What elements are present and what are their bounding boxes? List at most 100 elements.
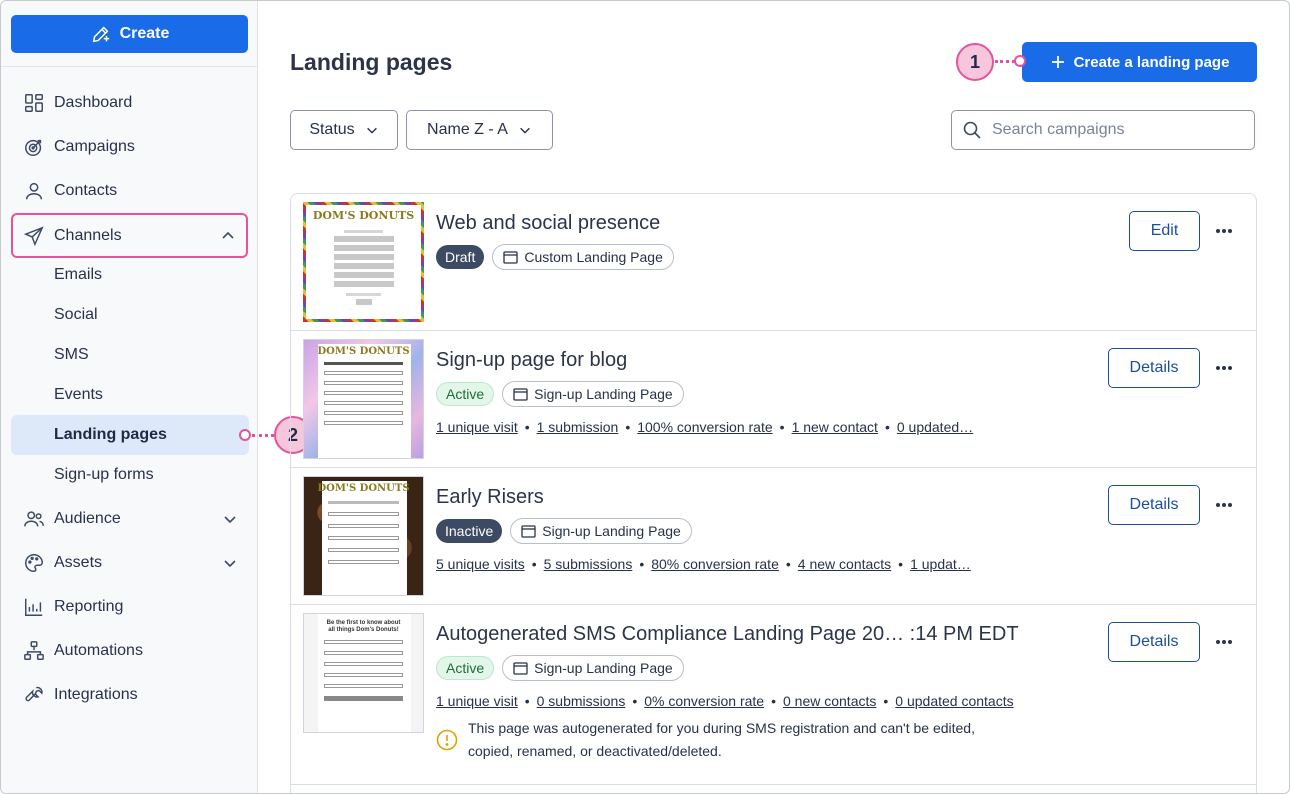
callout-badge-1: 1 xyxy=(956,43,994,81)
sidebar-subitem-events[interactable]: Events xyxy=(11,375,249,415)
sidebar-item-label: Automations xyxy=(54,642,143,659)
list-item: DOM'S DONUTS Sign-up page for blog Activ… xyxy=(291,331,1256,468)
stat-submissions[interactable]: 1 submission xyxy=(537,419,619,435)
browser-window-icon xyxy=(503,250,518,264)
stat-new-contacts[interactable]: 4 new contacts xyxy=(798,556,891,572)
stat-submissions[interactable]: 0 submissions xyxy=(537,693,626,709)
people-icon xyxy=(23,508,45,530)
stats-row: 1 unique visit • 0 submissions • 0% conver… xyxy=(436,693,1014,709)
stats-row: 5 unique visits • 5 submissions • 80% conv… xyxy=(436,556,971,572)
callout-connector-1 xyxy=(995,60,1015,63)
stats-row: 1 unique visit • 1 submission • 100% conve… xyxy=(436,419,974,435)
details-button[interactable]: Details xyxy=(1108,485,1200,525)
sidebar-item-contacts[interactable]: Contacts xyxy=(11,171,248,211)
stat-new-contacts[interactable]: 0 new contacts xyxy=(783,693,876,709)
status-filter-dropdown[interactable]: Status xyxy=(290,110,398,150)
more-options-icon[interactable] xyxy=(1213,496,1235,514)
sidebar-item-dashboard[interactable]: Dashboard xyxy=(11,83,248,123)
chevron-up-icon xyxy=(222,231,234,239)
sidebar-item-label: Reporting xyxy=(54,598,124,615)
more-options-icon[interactable] xyxy=(1213,222,1235,240)
chevron-down-icon xyxy=(520,127,530,134)
more-options-icon[interactable] xyxy=(1213,633,1235,651)
sidebar-item-label: Audience xyxy=(54,510,121,527)
more-options-icon[interactable] xyxy=(1213,359,1235,377)
sidebar-item-integrations[interactable]: Integrations xyxy=(11,675,248,715)
stat-submissions[interactable]: 5 submissions xyxy=(544,556,633,572)
browser-window-icon xyxy=(513,387,528,401)
sidebar-subitem-sms[interactable]: SMS xyxy=(11,335,249,375)
details-button[interactable]: Details xyxy=(1108,348,1200,388)
type-badge: Sign-up Landing Page xyxy=(502,381,684,407)
type-badge: Sign-up Landing Page xyxy=(510,518,692,544)
sidebar-divider xyxy=(1,66,258,67)
page-title-text[interactable]: Web and social presence xyxy=(436,212,660,235)
edit-button[interactable]: Edit xyxy=(1129,211,1200,251)
stat-updated-contacts[interactable]: 0 updated… xyxy=(897,419,973,435)
stat-updated-contacts[interactable]: 0 updated contacts xyxy=(895,693,1013,709)
stat-updated-contacts[interactable]: 1 updat… xyxy=(910,556,971,572)
details-button[interactable]: Details xyxy=(1108,622,1200,662)
type-badge-label: Sign-up Landing Page xyxy=(542,523,681,539)
stat-conversion-rate[interactable]: 80% conversion rate xyxy=(651,556,779,572)
chevron-down-icon xyxy=(224,516,236,524)
sidebar-item-label: Campaigns xyxy=(54,138,135,155)
callout-anchor-1 xyxy=(1014,55,1026,67)
page-thumbnail: Be the first to know about all things Do… xyxy=(303,613,424,733)
list-item: DOM'S DONUTS Web and social presence Dra… xyxy=(291,194,1256,331)
wrench-icon xyxy=(23,684,45,706)
person-icon xyxy=(23,180,45,202)
thumbnail-brand: DOM'S DONUTS xyxy=(317,346,410,357)
sidebar-item-reporting[interactable]: Reporting xyxy=(11,587,248,627)
type-badge-label: Sign-up Landing Page xyxy=(534,660,673,676)
browser-window-icon xyxy=(513,661,528,675)
page-thumbnail: DOM'S DONUTS xyxy=(303,339,424,459)
sort-dropdown[interactable]: Name Z - A xyxy=(406,110,553,150)
list-item: Be the first to know about all things Do… xyxy=(291,605,1256,785)
sidebar-subitem-landing-pages[interactable]: Landing pages xyxy=(11,415,249,455)
search-box[interactable] xyxy=(951,110,1255,150)
sidebar-item-automations[interactable]: Automations xyxy=(11,631,248,671)
sidebar-item-audience[interactable]: Audience xyxy=(11,499,248,539)
chart-icon xyxy=(23,596,45,618)
sidebar-item-label: Channels xyxy=(54,226,122,244)
app-window: Create Dashboard Campaigns Contacts Chan… xyxy=(0,0,1290,794)
create-button-label: Create xyxy=(119,25,170,42)
sidebar-subitem-emails[interactable]: Emails xyxy=(11,255,249,295)
page-title: Landing pages xyxy=(290,49,453,75)
page-title-text[interactable]: Early Risers xyxy=(436,486,544,509)
page-thumbnail: DOM'S DONUTS xyxy=(303,202,424,322)
page-title-text[interactable]: Sign-up page for blog xyxy=(436,349,627,372)
search-input[interactable] xyxy=(992,121,1232,139)
status-filter-label: Status xyxy=(309,121,355,138)
palette-icon xyxy=(23,552,45,574)
sidebar: Create Dashboard Campaigns Contacts Chan… xyxy=(1,1,258,793)
status-badge: Inactive xyxy=(436,519,503,543)
sidebar-item-channels[interactable]: Channels xyxy=(11,213,248,258)
sidebar-item-assets[interactable]: Assets xyxy=(11,543,248,583)
warning-icon xyxy=(436,729,458,751)
sidebar-subitem-signup-forms[interactable]: Sign-up forms xyxy=(11,455,249,495)
chevron-down-icon xyxy=(366,127,377,134)
stat-unique-visits[interactable]: 1 unique visit xyxy=(436,693,518,709)
paper-plane-icon xyxy=(23,225,45,247)
stat-unique-visits[interactable]: 5 unique visits xyxy=(436,556,525,572)
search-icon xyxy=(963,121,981,139)
status-badge: Draft xyxy=(436,245,485,269)
stat-conversion-rate[interactable]: 0% conversion rate xyxy=(644,693,764,709)
autogenerated-warning: This page was autogenerated for you duri… xyxy=(436,717,996,763)
stat-unique-visits[interactable]: 1 unique visit xyxy=(436,419,518,435)
type-badge-label: Custom Landing Page xyxy=(524,249,663,265)
create-button[interactable]: Create xyxy=(11,15,248,53)
plus-icon xyxy=(1051,56,1064,68)
sidebar-subitem-social[interactable]: Social xyxy=(11,295,249,335)
landing-pages-list: DOM'S DONUTS Web and social presence Dra… xyxy=(290,193,1257,793)
stat-new-contacts[interactable]: 1 new contact xyxy=(792,419,878,435)
callout-connector-2 xyxy=(252,434,274,437)
page-thumbnail: DOM'S DONUTS xyxy=(303,476,424,596)
page-title-text[interactable]: Autogenerated SMS Compliance Landing Pag… xyxy=(436,623,1019,646)
create-landing-page-button[interactable]: Create a landing page xyxy=(1022,42,1257,82)
sidebar-item-campaigns[interactable]: Campaigns xyxy=(11,127,248,167)
stat-conversion-rate[interactable]: 100% conversion rate xyxy=(637,419,772,435)
sort-label: Name Z - A xyxy=(427,121,508,138)
